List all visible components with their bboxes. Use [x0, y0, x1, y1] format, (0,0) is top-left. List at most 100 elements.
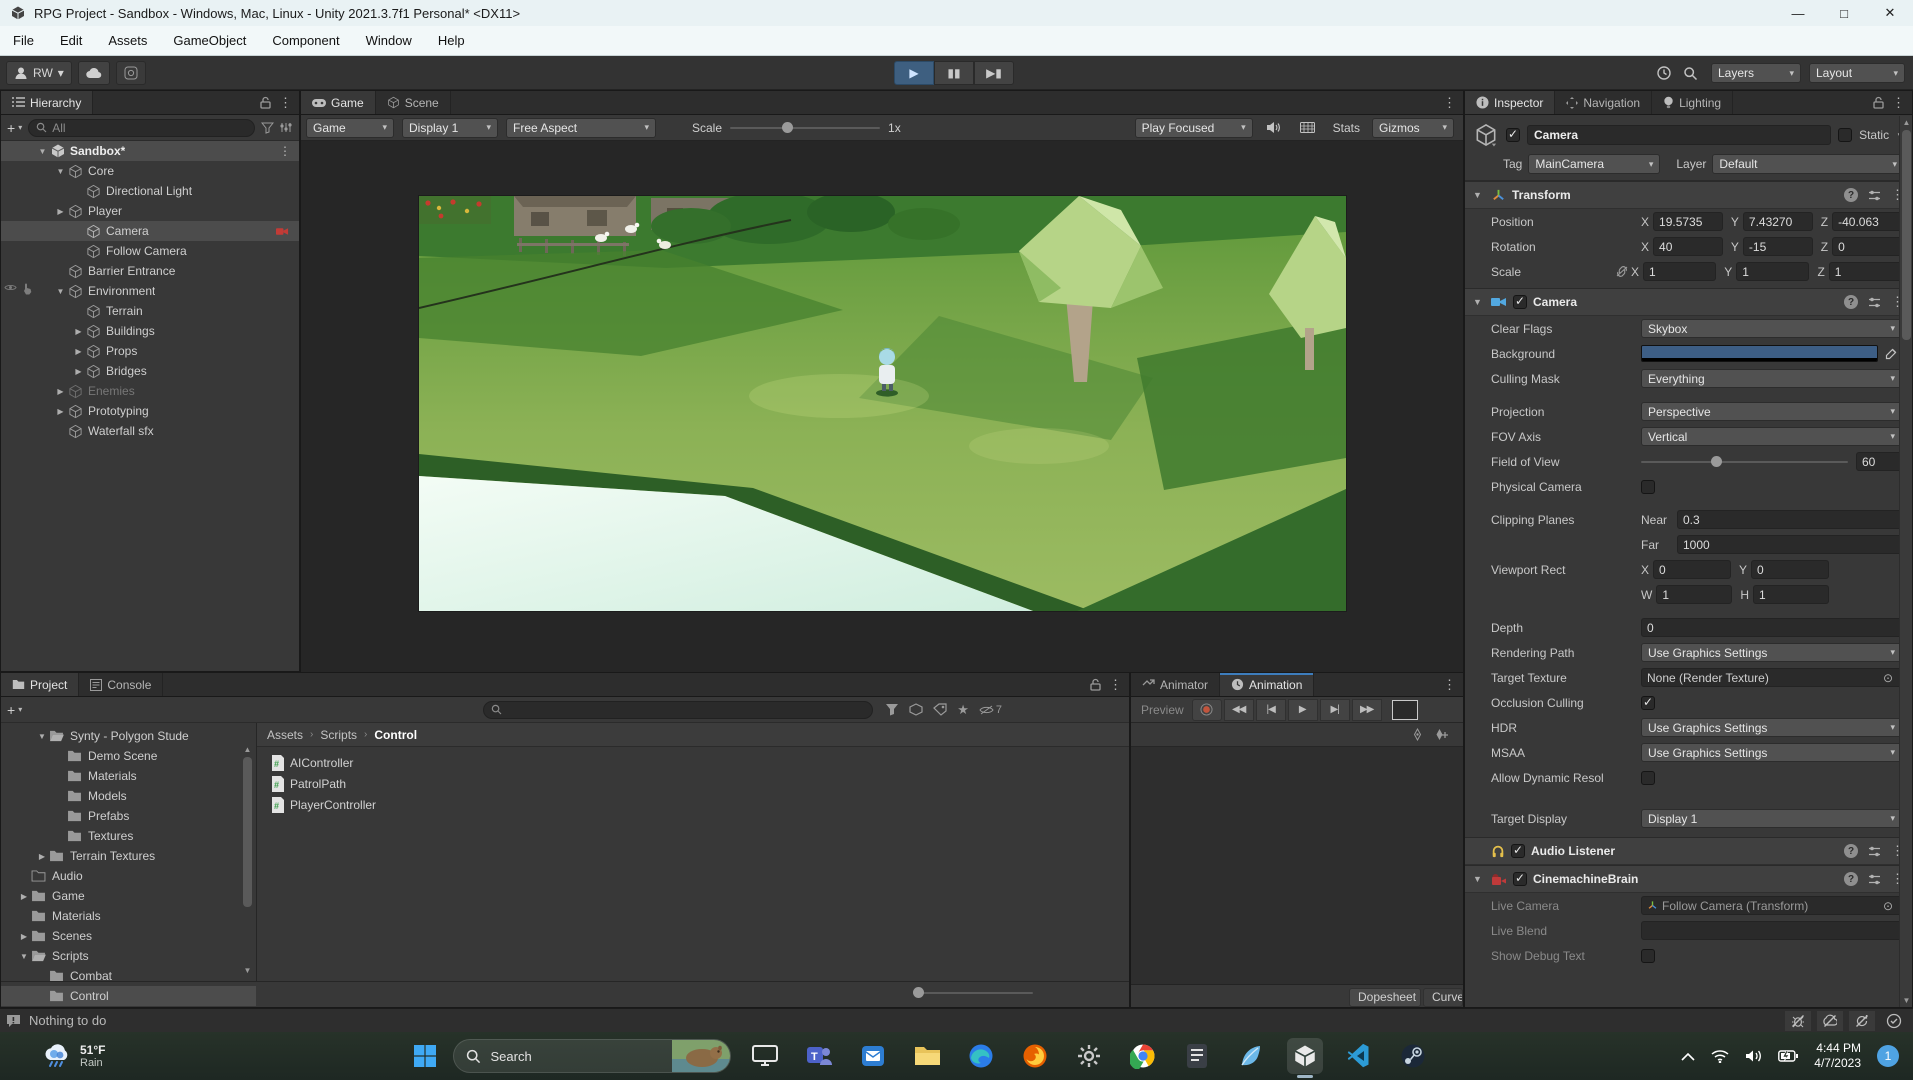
last-frame-button[interactable]: ▶▶ — [1352, 699, 1382, 721]
search-by-label-icon[interactable] — [933, 703, 947, 716]
volume-icon[interactable] — [1745, 1049, 1762, 1063]
taskbar-docs-icon[interactable] — [1179, 1038, 1215, 1074]
scene-menu-icon[interactable]: ⋮ — [279, 144, 291, 158]
allow-dynamic-resolution-checkbox[interactable] — [1641, 771, 1655, 785]
maximize-button[interactable]: □ — [1821, 0, 1867, 26]
tab-project[interactable]: Project — [1, 673, 79, 696]
taskbar-vscode-icon[interactable] — [1341, 1038, 1377, 1074]
folder-textures[interactable]: Textures — [1, 826, 256, 846]
search-icon[interactable] — [1677, 61, 1703, 85]
rendering-path-dropdown[interactable]: Use Graphics Settings▾ — [1641, 643, 1902, 662]
stats-button[interactable]: Stats — [1329, 121, 1364, 135]
hierarchy-search-input[interactable] — [52, 121, 247, 135]
foldout-icon[interactable]: ▼ — [1473, 874, 1485, 884]
presets-icon[interactable] — [1868, 296, 1881, 309]
hierarchy-item-camera[interactable]: Camera — [1, 221, 299, 241]
constrain-proportions-icon[interactable] — [1615, 265, 1629, 278]
breadcrumb-scripts[interactable]: Scripts — [320, 728, 357, 742]
battery-icon[interactable] — [1778, 1050, 1798, 1062]
foldout-icon[interactable]: ▼ — [35, 147, 50, 156]
rotation-z-field[interactable]: 0 — [1832, 237, 1902, 256]
taskbar-clock[interactable]: 4:44 PM4/7/2023 — [1814, 1041, 1861, 1071]
camera-header[interactable]: ▼ Camera ? ⋮ — [1465, 288, 1912, 316]
scroll-down-icon[interactable]: ▼ — [1902, 996, 1911, 1005]
foldout-icon[interactable]: ▶ — [53, 387, 68, 396]
asset-playercontroller[interactable]: # PlayerController — [257, 794, 1129, 815]
hierarchy-create-button[interactable]: + ▾ — [7, 120, 22, 136]
menu-edit[interactable]: Edit — [47, 26, 95, 56]
play-focused-dropdown[interactable]: Play Focused▾ — [1135, 118, 1253, 138]
folder-prefabs[interactable]: Prefabs — [1, 806, 256, 826]
hierarchy-item-props[interactable]: ▶ Props — [1, 341, 299, 361]
scene-visibility-eye-icon[interactable] — [4, 283, 17, 292]
presets-icon[interactable] — [1868, 873, 1881, 886]
hierarchy-item-waterfall-sfx[interactable]: Waterfall sfx — [1, 421, 299, 441]
progress-ok-icon[interactable] — [1881, 1011, 1907, 1031]
near-field[interactable]: 0.3 — [1677, 510, 1902, 529]
clear-flags-dropdown[interactable]: Skybox▾ — [1641, 319, 1902, 338]
foldout-icon[interactable]: ▶ — [17, 892, 31, 901]
foldout-icon[interactable]: ▼ — [1473, 297, 1485, 307]
viewport-h-field[interactable]: 1 — [1753, 585, 1829, 604]
foldout-icon[interactable]: ▶ — [53, 207, 68, 216]
breadcrumb-assets[interactable]: Assets — [267, 728, 303, 742]
hierarchy-item-core[interactable]: ▼ Core — [1, 161, 299, 181]
rotation-x-field[interactable]: 40 — [1653, 237, 1723, 256]
wifi-icon[interactable] — [1711, 1049, 1729, 1063]
viewport-y-field[interactable]: 0 — [1751, 560, 1829, 579]
hierarchy-item-directional-light[interactable]: Directional Light — [1, 181, 299, 201]
fov-axis-dropdown[interactable]: Vertical▾ — [1641, 427, 1902, 446]
project-tree-scrollbar[interactable]: ▲ ▼ — [241, 745, 254, 975]
next-frame-button[interactable]: ▶| — [1320, 699, 1350, 721]
static-checkbox[interactable] — [1838, 128, 1852, 142]
layers-dropdown[interactable]: Layers▾ — [1711, 63, 1801, 83]
target-display-dropdown[interactable]: Display 1▾ — [1641, 809, 1902, 828]
taskbar-firefox-icon[interactable] — [1017, 1038, 1053, 1074]
breadcrumb-control[interactable]: Control — [374, 728, 417, 742]
hierarchy-item-player[interactable]: ▶ Player — [1, 201, 299, 221]
foldout-icon[interactable]: ▶ — [71, 367, 86, 376]
lock-icon[interactable] — [260, 96, 271, 109]
undo-history-icon[interactable] — [1651, 61, 1677, 85]
background-color-field[interactable] — [1641, 345, 1878, 362]
physical-camera-checkbox[interactable] — [1641, 480, 1655, 494]
active-checkbox[interactable] — [1506, 128, 1520, 142]
favorites-star-icon[interactable]: ★ — [957, 702, 969, 718]
search-highlight-image[interactable] — [672, 1039, 730, 1073]
search-by-type-icon[interactable] — [885, 703, 899, 716]
tag-dropdown[interactable]: MainCamera▾ — [1528, 154, 1660, 174]
game-viewport[interactable] — [301, 141, 1463, 672]
help-icon[interactable]: ? — [1844, 295, 1858, 309]
frame-field[interactable] — [1392, 700, 1418, 720]
folder-demo-scene[interactable]: Demo Scene — [1, 746, 256, 766]
taskbar-steam-icon[interactable] — [1395, 1038, 1431, 1074]
hierarchy-menu-icon[interactable]: ⋮ — [279, 95, 292, 111]
lock-icon[interactable] — [1090, 678, 1101, 691]
tab-console[interactable]: Console — [79, 673, 163, 696]
audio-listener-header[interactable]: Audio Listener ? ⋮ — [1465, 837, 1912, 865]
hierarchy-item-barrier-entrance[interactable]: Barrier Entrance — [1, 261, 299, 281]
hierarchy-item-bridges[interactable]: ▶ Bridges — [1, 361, 299, 381]
dopesheet-button[interactable]: Dopesheet — [1349, 988, 1421, 1007]
occlusion-culling-checkbox[interactable] — [1641, 696, 1655, 710]
scale-z-field[interactable]: 1 — [1829, 262, 1902, 281]
taskbar-teams-icon[interactable]: T — [801, 1038, 837, 1074]
record-button[interactable] — [1192, 699, 1222, 721]
tab-game[interactable]: Game — [301, 91, 376, 114]
position-z-field[interactable]: -40.063 — [1832, 212, 1902, 231]
filter-by-type-icon[interactable] — [261, 121, 274, 134]
foldout-icon[interactable]: ▶ — [53, 407, 68, 416]
tab-scene[interactable]: Scene — [376, 91, 451, 114]
layout-dropdown[interactable]: Layout▾ — [1809, 63, 1905, 83]
project-search-input[interactable] — [507, 703, 865, 717]
mute-audio-icon[interactable] — [1261, 116, 1287, 140]
play-animation-button[interactable]: ▶ — [1288, 699, 1318, 721]
hidden-packages-count[interactable]: 7 — [979, 704, 1002, 716]
culling-mask-dropdown[interactable]: Everything▾ — [1641, 369, 1902, 388]
collab-disabled-icon[interactable] — [1817, 1011, 1843, 1031]
game-view-menu-icon[interactable]: ⋮ — [1443, 95, 1456, 111]
start-button[interactable] — [405, 1036, 445, 1076]
account-button[interactable]: RW▾ — [6, 61, 72, 85]
asset-patrolpath[interactable]: # PatrolPath — [257, 773, 1129, 794]
menu-gameobject[interactable]: GameObject — [160, 26, 259, 56]
